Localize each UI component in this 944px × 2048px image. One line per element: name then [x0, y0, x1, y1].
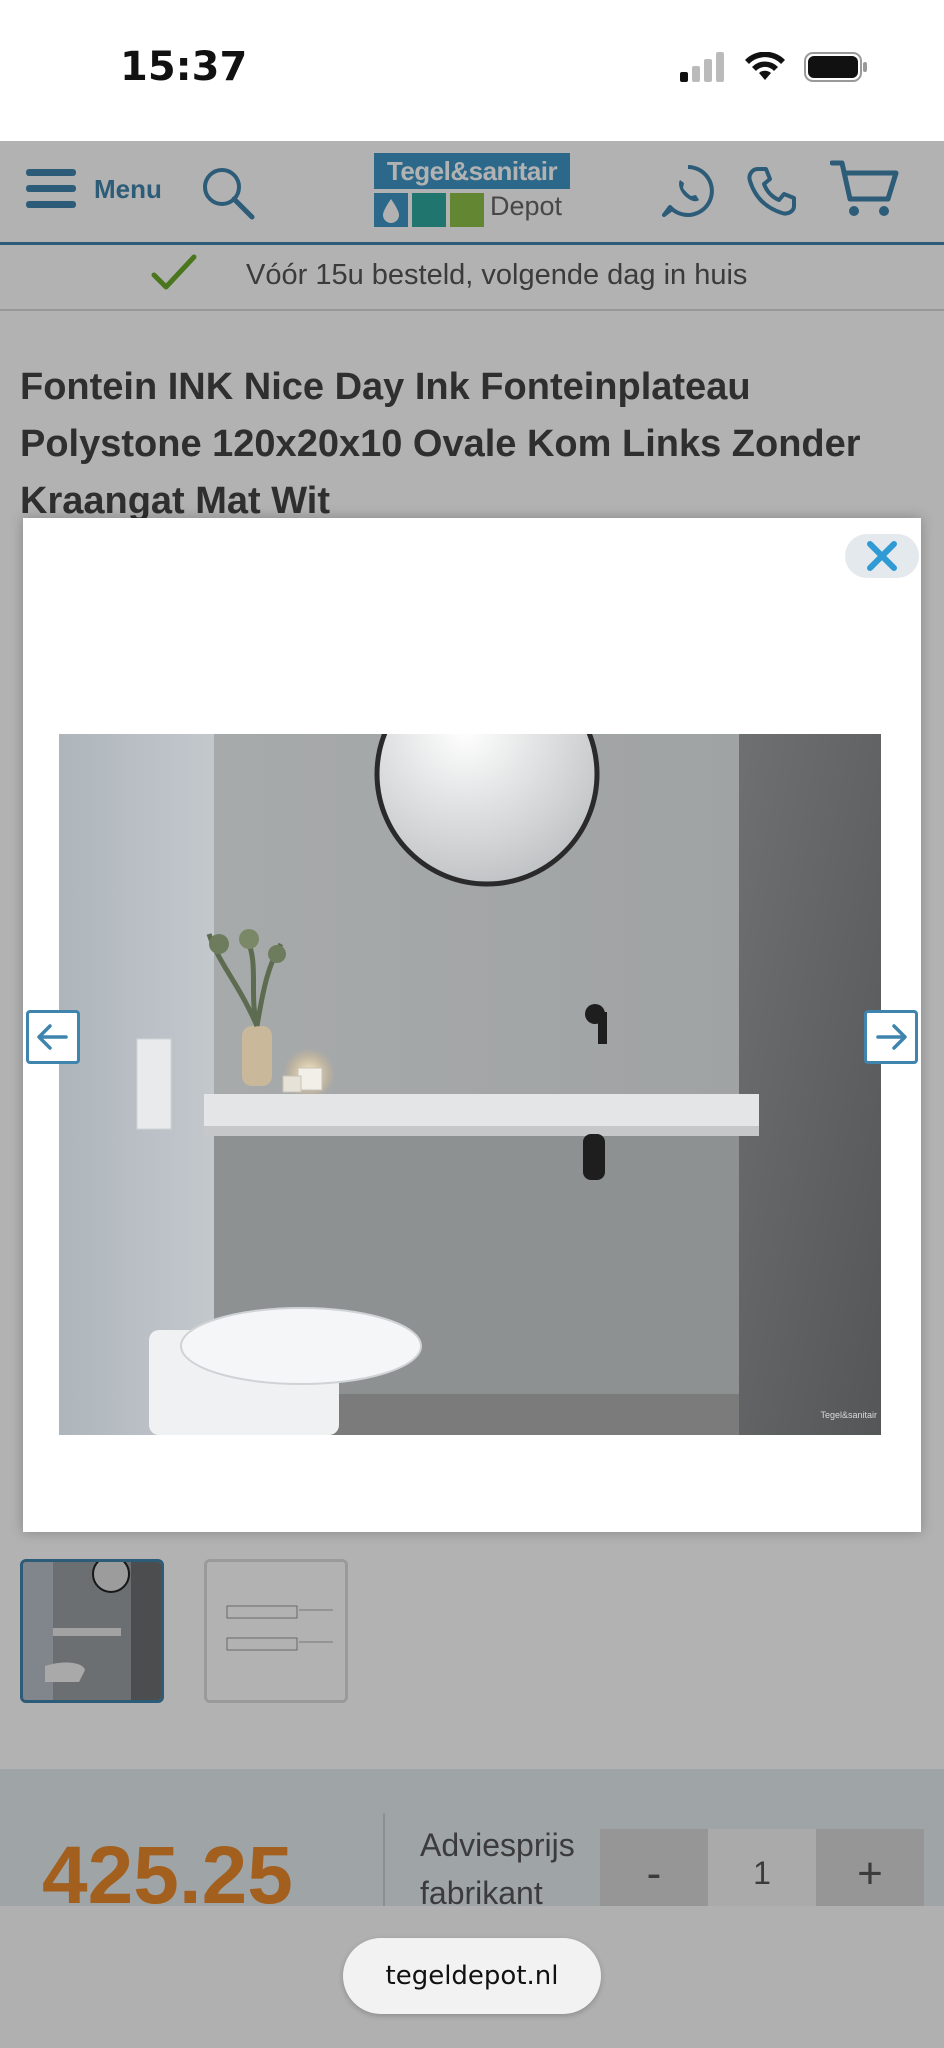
status-icons	[680, 52, 868, 82]
close-button[interactable]	[845, 534, 919, 578]
status-bar: 15:37	[0, 0, 944, 141]
photo-watermark: Tegel&sanitair	[820, 1410, 877, 1420]
image-lightbox: Tegel&sanitair	[23, 518, 921, 1532]
next-image-button[interactable]	[864, 1010, 918, 1064]
arrow-left-icon	[37, 1024, 68, 1050]
status-time: 15:37	[120, 44, 248, 90]
previous-image-button[interactable]	[26, 1010, 80, 1064]
bathroom-photo: Tegel&sanitair	[59, 734, 881, 1435]
product-photo: Tegel&sanitair	[59, 734, 881, 1435]
close-icon	[867, 541, 897, 571]
wifi-icon	[745, 52, 785, 80]
battery-icon	[804, 52, 867, 82]
signal-icon	[680, 52, 724, 82]
arrow-right-icon	[876, 1024, 907, 1050]
browser-bar: tegeldepot.nl	[0, 1906, 944, 2048]
url-bar[interactable]: tegeldepot.nl	[343, 1938, 601, 2014]
